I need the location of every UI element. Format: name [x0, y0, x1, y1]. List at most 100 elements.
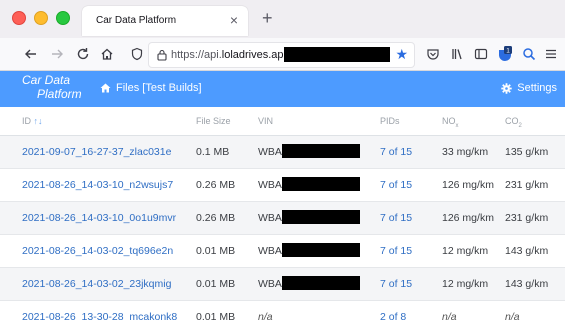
header-id[interactable]: ID ↑↓ [22, 116, 43, 126]
row-pids-link[interactable]: 7 of 15 [380, 146, 412, 158]
minimize-window-button[interactable] [34, 11, 48, 25]
browser-window: Car Data Platform × + https://api.loladr… [0, 0, 565, 320]
row-co2: 135 g/km [505, 146, 549, 158]
row-id-link[interactable]: 2021-08-26_13-30-28_mcakonk8 [22, 311, 177, 320]
tab-title: Car Data Platform [96, 15, 177, 26]
row-id-link[interactable]: 2021-08-26_14-03-10_0o1u9mvr [22, 212, 176, 224]
brand-logo[interactable]: Car Data Platform [22, 73, 82, 101]
extension-badge-icon[interactable]: 1 [496, 45, 514, 63]
tab-car-data-platform[interactable]: Car Data Platform × [82, 6, 248, 36]
header-co2[interactable]: CO2 [505, 116, 522, 129]
row-vin: WBA [258, 245, 282, 257]
row-pids-link[interactable]: 7 of 15 [380, 212, 412, 224]
library-icon[interactable] [448, 45, 466, 63]
header-vin[interactable]: VIN [258, 116, 273, 126]
row-pids-link[interactable]: 2 of 8 [380, 311, 406, 320]
table-row: 2021-09-07_16-27-37_zlac031e 0.1 MB WBA … [0, 136, 565, 169]
row-vin: n/a [258, 311, 273, 320]
row-pids-link[interactable]: 7 of 15 [380, 278, 412, 290]
table-header: ID ↑↓ File Size VIN PIDs NOx CO2 [0, 107, 565, 136]
header-co2-sub: 2 [518, 122, 522, 129]
sidebar-icon[interactable] [472, 45, 490, 63]
table-row: 2021-08-26_14-03-10_0o1u9mvr 0.26 MB WBA… [0, 202, 565, 235]
header-pids[interactable]: PIDs [380, 116, 400, 126]
url-domain: loladrives.app [221, 49, 290, 61]
row-vin: WBA [258, 278, 282, 290]
row-nox: 12 mg/km [442, 278, 489, 290]
files-table: ID ↑↓ File Size VIN PIDs NOx CO2 2021-09… [0, 107, 565, 320]
row-file-size: 0.26 MB [196, 179, 236, 191]
redaction-bar [282, 276, 360, 290]
row-vin: WBA [258, 212, 282, 224]
pocket-icon[interactable] [424, 45, 442, 63]
row-vin: WBA [258, 179, 282, 191]
row-pids-link[interactable]: 7 of 15 [380, 245, 412, 257]
row-file-size: 0.01 MB [196, 245, 236, 257]
header-nox-sub: x [455, 122, 459, 129]
window-controls [12, 11, 70, 25]
back-arrow-icon[interactable] [22, 45, 40, 63]
app-navbar: Car Data Platform Files [Test Builds] Se… [0, 71, 565, 107]
nav-settings-link[interactable]: Settings [501, 82, 557, 94]
table-row: 2021-08-26_14-03-10_n2wsujs7 0.26 MB WBA… [0, 169, 565, 202]
redaction-bar [282, 144, 360, 158]
row-pids-link[interactable]: 7 of 15 [380, 179, 412, 191]
new-tab-button[interactable]: + [262, 8, 273, 28]
row-nox: 126 mg/km [442, 212, 494, 224]
row-file-size: 0.1 MB [196, 146, 230, 158]
row-vin: WBA [258, 146, 282, 158]
header-nox-label: NO [442, 116, 456, 126]
row-nox: 33 mg/km [442, 146, 489, 158]
row-file-size: 0.01 MB [196, 278, 236, 290]
row-co2: 231 g/km [505, 179, 549, 191]
lock-icon[interactable] [157, 48, 167, 66]
row-co2: 231 g/km [505, 212, 549, 224]
nav-files-link[interactable]: Files [Test Builds] [100, 82, 202, 94]
forward-arrow-icon[interactable] [48, 45, 66, 63]
nav-files-label: Files [Test Builds] [116, 82, 202, 94]
maximize-window-button[interactable] [56, 11, 70, 25]
gear-icon [501, 82, 512, 94]
address-bar[interactable]: https://api.loladrives.app/ ★ [148, 42, 415, 68]
row-nox: n/a [442, 311, 457, 320]
tab-strip: Car Data Platform × + [0, 0, 565, 38]
row-id-link[interactable]: 2021-09-07_16-27-37_zlac031e [22, 146, 171, 158]
row-co2: 143 g/km [505, 245, 549, 257]
row-co2: 143 g/km [505, 278, 549, 290]
url-scheme: https://api. [171, 49, 222, 61]
hamburger-menu-icon[interactable] [542, 45, 560, 63]
row-file-size: 0.01 MB [196, 311, 236, 320]
sort-icon[interactable]: ↑↓ [34, 116, 43, 126]
table-row: 2021-08-26_14-03-02_tq696e2n 0.01 MB WBA… [0, 235, 565, 268]
nav-settings-label: Settings [517, 82, 557, 94]
browser-toolbar: https://api.loladrives.app/ ★ 1 [0, 38, 565, 71]
brand-line-1: Car Data [22, 73, 71, 87]
bookmark-star-icon[interactable]: ★ [395, 46, 408, 62]
redaction-bar [284, 47, 390, 62]
search-icon[interactable] [520, 45, 538, 63]
row-id-link[interactable]: 2021-08-26_14-03-02_23jkqmig [22, 278, 171, 290]
row-co2: n/a [505, 311, 520, 320]
badge-count: 1 [506, 47, 510, 54]
reload-icon[interactable] [74, 45, 92, 63]
header-nox[interactable]: NOx [442, 116, 459, 129]
home-icon[interactable] [98, 45, 116, 63]
row-nox: 12 mg/km [442, 245, 489, 257]
table-row: 2021-08-26_14-03-02_23jkqmig 0.01 MB WBA… [0, 268, 565, 301]
shield-icon[interactable] [128, 45, 146, 63]
row-id-link[interactable]: 2021-08-26_14-03-02_tq696e2n [22, 245, 173, 257]
tab-close-icon[interactable]: × [230, 12, 238, 28]
header-id-label: ID [22, 116, 31, 126]
table-row: 2021-08-26_13-30-28_mcakonk8 0.01 MB n/a… [0, 301, 565, 320]
redaction-bar [282, 177, 360, 191]
home-icon [100, 83, 111, 93]
redaction-bar [282, 243, 360, 257]
redaction-bar [282, 210, 360, 224]
row-id-link[interactable]: 2021-08-26_14-03-10_n2wsujs7 [22, 179, 173, 191]
header-file-size[interactable]: File Size [196, 116, 231, 126]
row-nox: 126 mg/km [442, 179, 494, 191]
brand-line-2: Platform [37, 87, 82, 101]
url-text[interactable]: https://api.loladrives.app/ [171, 49, 293, 61]
close-window-button[interactable] [12, 11, 26, 25]
header-co2-label: CO [505, 116, 519, 126]
